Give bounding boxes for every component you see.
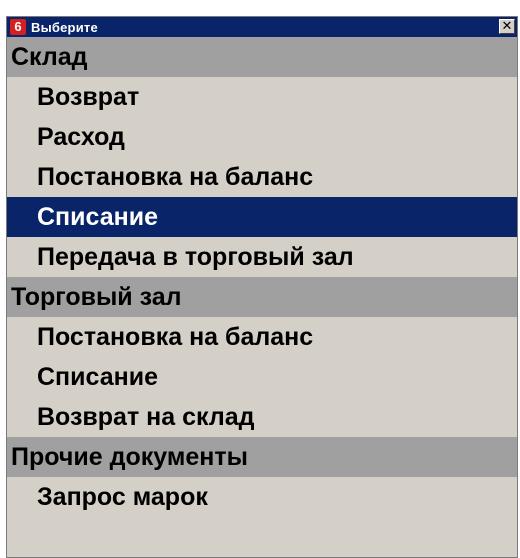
group-header-torgovyi-zal: Торговый зал xyxy=(7,277,517,317)
menu-item-zal-spisanie[interactable]: Списание xyxy=(7,357,517,397)
title-bar[interactable]: 6 Выберите ✕ xyxy=(7,17,517,37)
menu-item-vozvrat[interactable]: Возврат xyxy=(7,77,517,117)
close-button[interactable]: ✕ xyxy=(499,19,515,34)
group-header-sklad: Склад xyxy=(7,37,517,77)
select-dialog: 6 Выберите ✕ Склад Возврат Расход Постан… xyxy=(6,16,518,558)
app-icon: 6 xyxy=(10,19,26,35)
menu-item-postanovka-na-balans[interactable]: Постановка на баланс xyxy=(7,157,517,197)
menu-item-zal-postanovka-na-balans[interactable]: Постановка на баланс xyxy=(7,317,517,357)
window-title: Выберите xyxy=(31,19,98,35)
menu-item-raskhod[interactable]: Расход xyxy=(7,117,517,157)
group-header-prochie-dokumenty: Прочие документы xyxy=(7,437,517,477)
menu-item-peredacha-v-torgovyi-zal[interactable]: Передача в торговый зал xyxy=(7,237,517,277)
menu-item-vozvrat-na-sklad[interactable]: Возврат на склад xyxy=(7,397,517,437)
close-icon: ✕ xyxy=(501,18,513,33)
menu-item-zapros-marok[interactable]: Запрос марок xyxy=(7,477,517,517)
menu-item-spisanie-selected[interactable]: Списание xyxy=(7,197,517,237)
menu-list: Склад Возврат Расход Постановка на балан… xyxy=(7,37,517,517)
